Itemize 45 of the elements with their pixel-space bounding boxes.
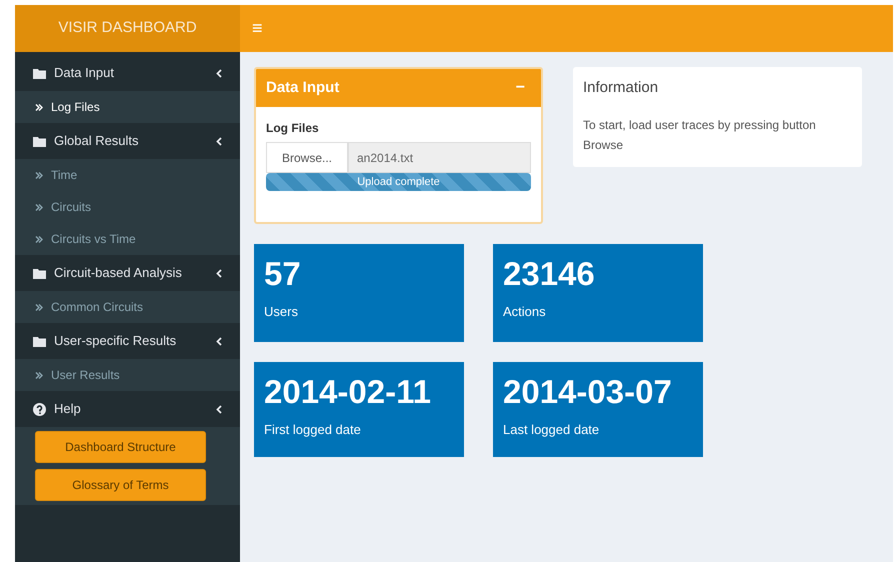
sidebar-group[interactable]: Data Input	[15, 55, 240, 91]
folder-icon	[33, 336, 46, 346]
folder-icon	[33, 136, 46, 146]
help-button[interactable]: Dashboard Structure	[35, 431, 206, 463]
browse-button[interactable]: Browse...	[266, 142, 348, 173]
stat-label: Users	[264, 303, 299, 321]
chevron-icon	[216, 336, 222, 346]
chevron-icon	[216, 268, 222, 278]
stat-value: 23146	[503, 254, 596, 294]
stat-value: 2014-03-07	[503, 372, 673, 412]
double-chevron-icon	[35, 236, 43, 242]
folder-icon	[33, 268, 46, 278]
brand-title: VISIR DASHBOARD	[15, 5, 240, 52]
chevron-icon	[216, 136, 222, 146]
sidebar-item[interactable]: Time	[15, 158, 240, 192]
field-label: Log Files	[266, 120, 320, 137]
information-text: To start, load user traces by pressing button Browse	[583, 116, 817, 154]
chevron-icon	[216, 68, 222, 78]
stat-label: First logged date	[264, 421, 362, 439]
sidebar-item[interactable]: Circuits	[15, 190, 240, 224]
sidebar-group[interactable]: Global Results	[15, 123, 240, 159]
help-button[interactable]: Glossary of Terms	[35, 469, 206, 501]
double-chevron-icon	[35, 172, 43, 178]
sidebar-item[interactable]: Common Circuits	[15, 290, 240, 324]
panel-title: Data Input	[266, 78, 340, 98]
information-title: Information	[583, 78, 660, 98]
double-chevron-icon	[35, 372, 43, 378]
stat-label: Actions	[503, 303, 547, 321]
sidebar-item[interactable]: User Results	[15, 358, 240, 392]
sidebar-group[interactable]: User-specific Results	[15, 323, 240, 359]
sidebar-group[interactable]: Circuit-based Analysis	[15, 255, 240, 291]
help-icon	[33, 402, 46, 416]
sidebar-item[interactable]: Circuits vs Time	[15, 222, 240, 256]
sidebar-item[interactable]: Log Files	[15, 90, 240, 124]
progress-text: Upload complete	[356, 174, 441, 190]
double-chevron-icon	[35, 104, 43, 110]
folder-icon	[33, 68, 46, 78]
file-name-field[interactable]: an2014.txt	[348, 142, 531, 173]
stat-value: 57	[264, 254, 302, 294]
stat-label: Last logged date	[503, 421, 600, 439]
stat-value: 2014-02-11	[264, 372, 432, 412]
double-chevron-icon	[35, 204, 43, 210]
sidebar-group[interactable]: Help	[15, 391, 240, 427]
double-chevron-icon	[35, 304, 43, 310]
chevron-icon	[216, 404, 222, 414]
